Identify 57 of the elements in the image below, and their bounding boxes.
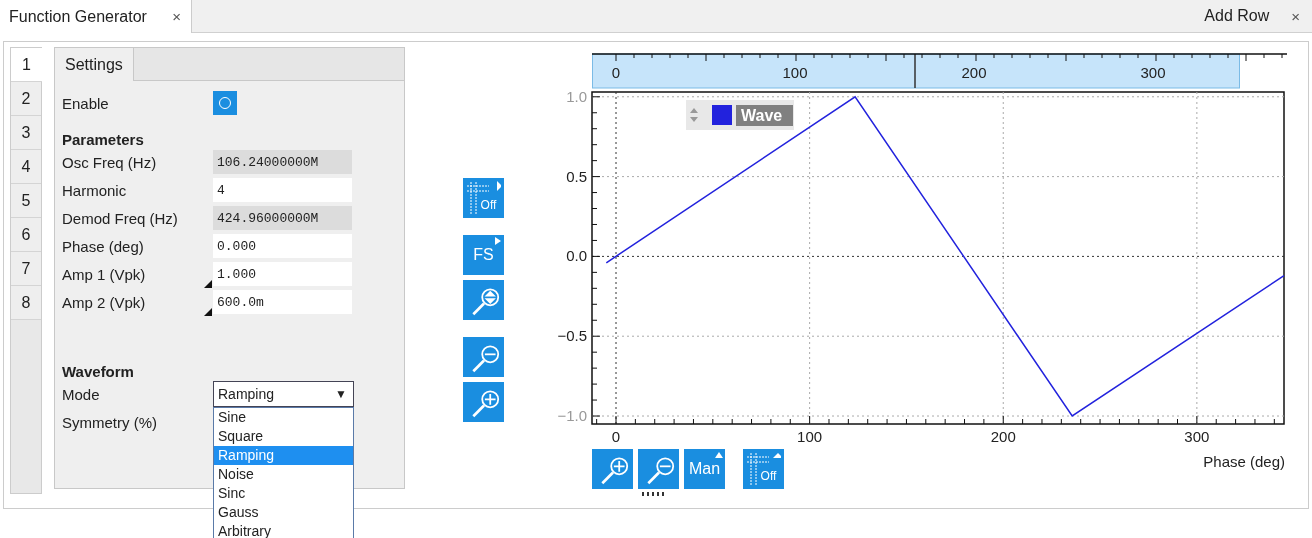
axis-tick-label: −0.5 bbox=[557, 327, 587, 345]
enable-toggle[interactable] bbox=[213, 91, 237, 115]
axis-tick-label: 100 bbox=[782, 64, 808, 81]
mode-dropdown[interactable]: Ramping ▼ bbox=[213, 381, 354, 407]
axis-tick-label: 200 bbox=[961, 64, 987, 81]
add-row-link[interactable]: Add Row bbox=[1204, 7, 1270, 25]
axis-tick-label: 100 bbox=[797, 428, 823, 445]
channel-tab[interactable]: 8 bbox=[11, 286, 41, 320]
axis-tick-label: 0 bbox=[611, 64, 621, 81]
input-field[interactable]: 4 bbox=[213, 178, 352, 202]
axis-title: Phase (deg) bbox=[1203, 453, 1285, 470]
legend[interactable]: Wave bbox=[686, 100, 794, 130]
field-label: Harmonic bbox=[62, 181, 128, 199]
field-label: Amp 2 (Vpk) bbox=[62, 293, 147, 311]
axis-tick-label: 0.0 bbox=[566, 247, 587, 265]
field-label: Demod Freq (Hz) bbox=[62, 209, 179, 227]
channel-tab[interactable]: 6 bbox=[11, 218, 41, 252]
field-label: Phase (deg) bbox=[62, 237, 145, 255]
resize-handle[interactable] bbox=[642, 492, 666, 496]
zoom-out-button[interactable] bbox=[463, 337, 504, 377]
legend-label: Wave bbox=[741, 107, 783, 124]
close-tab-icon[interactable]: × bbox=[172, 8, 181, 25]
cursor-button[interactable]: Off bbox=[463, 178, 504, 218]
channel-tab[interactable]: 3 bbox=[11, 116, 41, 150]
zoom-in-button[interactable] bbox=[592, 449, 633, 489]
document-tab[interactable]: Function Generator × bbox=[0, 0, 192, 33]
axis-tick-label: −1.0 bbox=[557, 407, 587, 424]
channel-tab[interactable]: 2 bbox=[11, 82, 41, 116]
field-label: Osc Freq (Hz) bbox=[62, 153, 158, 171]
axis-tick-label: 300 bbox=[1184, 428, 1210, 445]
scale-button[interactable]: FS bbox=[463, 235, 504, 275]
zoom-in-button[interactable] bbox=[463, 382, 504, 422]
settings-tab[interactable]: Settings bbox=[55, 48, 134, 81]
channel-tab[interactable]: 5 bbox=[11, 184, 41, 218]
input-field[interactable]: 0.000 bbox=[213, 234, 352, 258]
menu-arrow-icon bbox=[494, 237, 502, 245]
input-field[interactable]: 600.0m bbox=[213, 290, 352, 314]
axis-tick-label: 0.5 bbox=[566, 167, 587, 185]
section-heading: Waveform bbox=[62, 362, 135, 380]
channel-tab[interactable]: 4 bbox=[11, 150, 41, 184]
field-label: Amp 1 (Vpk) bbox=[62, 265, 147, 283]
section-heading: Parameters bbox=[62, 130, 145, 148]
field-label: Enable bbox=[62, 94, 110, 112]
field-label: Mode bbox=[62, 385, 101, 403]
input-field[interactable]: 1.000 bbox=[213, 262, 352, 286]
zoom-fit-button[interactable] bbox=[463, 280, 504, 320]
axis-tick-label: 1.0 bbox=[566, 89, 587, 105]
axis-tick-label: 200 bbox=[990, 428, 1016, 445]
cursor-button[interactable]: Off bbox=[743, 449, 784, 489]
axis-tick-label: 0 bbox=[611, 428, 621, 445]
close-icon[interactable]: × bbox=[1291, 7, 1300, 25]
field-label: Symmetry (%) bbox=[62, 413, 158, 431]
channel-tab[interactable]: 7 bbox=[11, 252, 41, 286]
menu-arrow-icon bbox=[715, 451, 723, 459]
axis-tick-label: 300 bbox=[1140, 64, 1166, 81]
channel-tab[interactable]: 1 bbox=[11, 48, 42, 82]
scale-button[interactable]: Man bbox=[684, 449, 725, 489]
